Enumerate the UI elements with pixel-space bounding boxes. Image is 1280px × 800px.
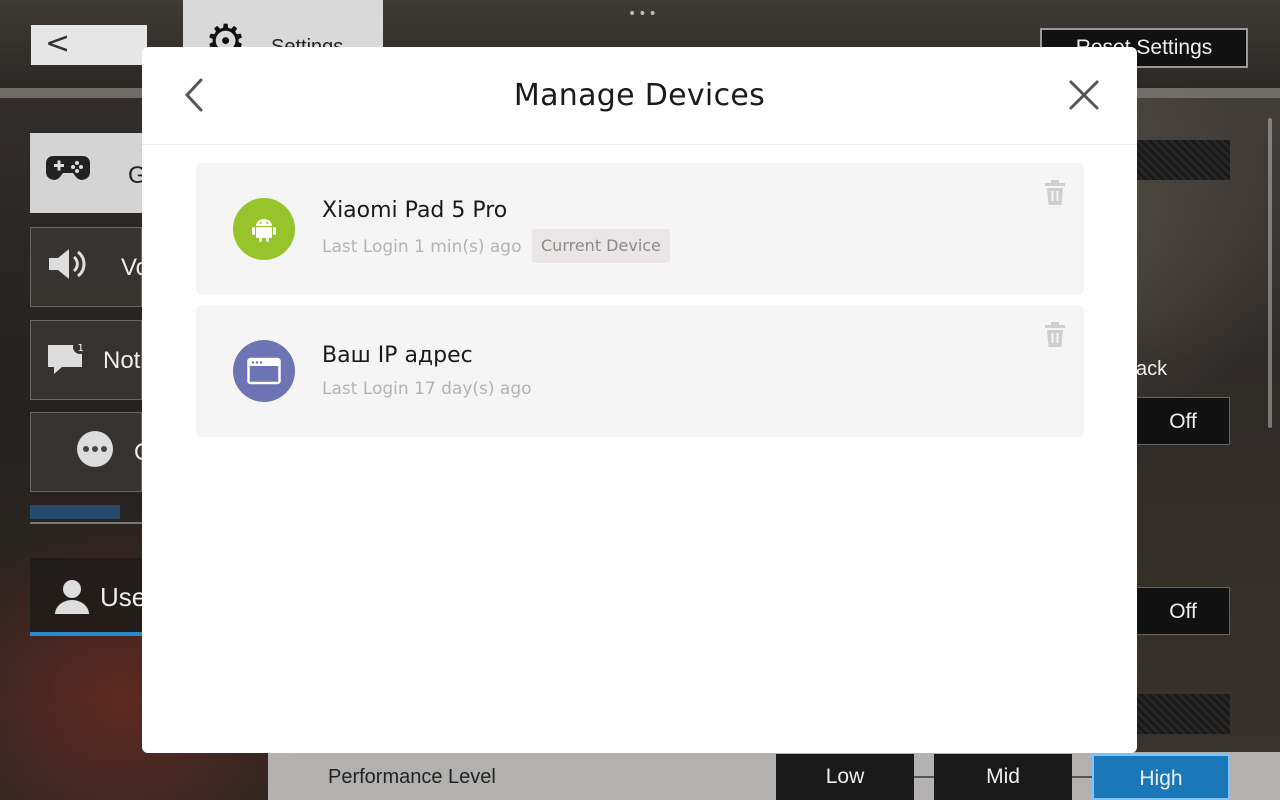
device-last-login: Last Login 17 day(s) ago (322, 379, 532, 399)
drag-handle-icon: ••• (628, 6, 659, 22)
background-toggle-off[interactable]: Off (1136, 587, 1230, 635)
more-icon (75, 429, 115, 477)
device-name: Ваш IP адрес (322, 343, 473, 368)
speaker-icon (45, 244, 91, 292)
sidebar-item-general[interactable]: G (30, 133, 147, 213)
close-button[interactable] (1064, 75, 1104, 115)
gamepad-icon (45, 150, 91, 194)
background-toggle-off[interactable]: Off (1136, 397, 1230, 445)
background-control-bar (1136, 140, 1230, 180)
close-icon (1069, 80, 1099, 110)
sidebar-item-user[interactable]: User (30, 558, 155, 636)
trash-icon (1045, 322, 1065, 347)
sidebar-divider (30, 522, 142, 524)
sidebar-item-other[interactable]: O (30, 412, 153, 492)
performance-mid-button[interactable]: Mid (934, 754, 1072, 800)
manage-devices-dialog: Manage Devices Xiaomi Pad 5 Pro Last Log… (142, 47, 1137, 753)
performance-connector (1072, 776, 1094, 778)
sidebar-highlight (30, 505, 120, 519)
performance-high-button[interactable]: High (1092, 754, 1230, 800)
user-icon (52, 576, 92, 625)
device-name: Xiaomi Pad 5 Pro (322, 198, 508, 223)
trash-icon (1045, 180, 1065, 205)
device-last-login: Last Login 1 min(s) ago (322, 237, 522, 257)
sidebar-item-label: Noti (103, 347, 146, 374)
performance-level-label: Performance Level (328, 766, 496, 788)
svg-text:1: 1 (78, 343, 84, 354)
performance-connector (914, 776, 936, 778)
android-icon (233, 198, 295, 260)
delete-device-button[interactable] (1042, 179, 1068, 207)
background-control-bar (1136, 694, 1230, 734)
background-setting-label: ack (1136, 358, 1168, 380)
sidebar-item-voice[interactable]: Vo (30, 227, 149, 307)
delete-device-button[interactable] (1042, 321, 1068, 349)
chat-icon: 1 (45, 337, 91, 385)
device-card: Ваш IP адрес Last Login 17 day(s) ago (196, 305, 1084, 437)
performance-low-button[interactable]: Low (776, 754, 914, 800)
device-card: Xiaomi Pad 5 Pro Last Login 1 min(s) ago… (196, 163, 1084, 295)
background-scrollbar[interactable] (1268, 118, 1272, 428)
dialog-title: Manage Devices (513, 78, 766, 113)
sidebar-item-notifications[interactable]: 1 Noti (30, 320, 146, 400)
dialog-header: Manage Devices (142, 47, 1137, 145)
background-back-button[interactable]: < (31, 25, 147, 65)
current-device-badge: Current Device (532, 229, 670, 263)
browser-window-icon (233, 340, 295, 402)
